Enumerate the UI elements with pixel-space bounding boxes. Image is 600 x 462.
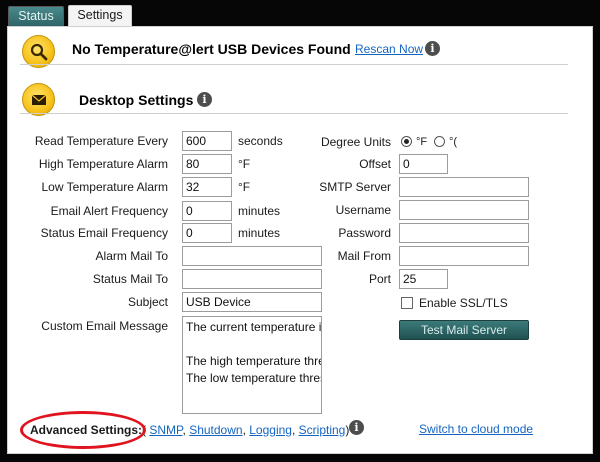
test-mail-server-button[interactable]: Test Mail Server — [399, 320, 529, 340]
mail-from-input[interactable] — [399, 246, 529, 266]
shutdown-link[interactable]: Shutdown — [189, 423, 242, 437]
divider — [20, 113, 568, 114]
tab-bar: Status Settings — [0, 0, 600, 27]
alarm-to-label: Alarm Mail To — [95, 249, 168, 263]
read-temp-label: Read Temperature Every — [34, 134, 168, 148]
no-devices-title: No Temperature@lert USB Devices Found — [72, 41, 351, 57]
highlight-ellipse — [20, 411, 146, 449]
port-input[interactable] — [399, 269, 448, 289]
switch-cloud-mode-link[interactable]: Switch to cloud mode — [419, 422, 533, 436]
custom-msg-textarea[interactable]: The current temperature i The high tempe… — [182, 316, 322, 414]
settings-panel: No Temperature@lert USB Devices Found Re… — [7, 26, 593, 454]
offset-input[interactable] — [399, 154, 448, 174]
separator: , — [182, 423, 186, 437]
username-label: Username — [335, 203, 391, 217]
low-alarm-unit: °F — [238, 180, 251, 194]
low-alarm-input[interactable] — [182, 177, 232, 197]
status-freq-input[interactable] — [182, 223, 232, 243]
mail-from-label: Mail From — [337, 249, 391, 263]
high-alarm-label: High Temperature Alarm — [38, 157, 168, 171]
status-to-input[interactable] — [182, 269, 322, 289]
info-icon[interactable]: i — [349, 420, 364, 435]
ssl-checkbox[interactable] — [401, 297, 413, 309]
separator: , — [242, 423, 246, 437]
subject-input[interactable] — [182, 292, 322, 312]
low-alarm-label: Low Temperature Alarm — [41, 180, 168, 194]
degree-c-label: °( — [449, 136, 458, 148]
alarm-to-input[interactable] — [182, 246, 322, 266]
high-alarm-input[interactable] — [182, 154, 232, 174]
info-icon[interactable]: i — [425, 41, 440, 56]
email-freq-input[interactable] — [182, 201, 232, 221]
rescan-now-link[interactable]: Rescan Now — [355, 42, 423, 56]
read-temp-unit: seconds — [238, 134, 283, 148]
custom-msg-label: Custom Email Message — [41, 319, 168, 333]
envelope-icon — [22, 83, 55, 116]
offset-label: Offset — [359, 157, 391, 171]
info-icon[interactable]: i — [197, 92, 212, 107]
password-label: Password — [338, 226, 391, 240]
read-temp-input[interactable] — [182, 131, 232, 151]
degree-f-label: °F — [416, 136, 428, 148]
subject-label: Subject — [127, 295, 168, 309]
separator: , — [291, 423, 296, 437]
status-freq-unit: minutes — [238, 226, 281, 240]
divider — [20, 64, 568, 65]
snmp-link[interactable]: SNMP — [149, 423, 182, 437]
port-label: Port — [368, 272, 391, 286]
email-freq-label: Email Alert Frequency — [50, 204, 168, 218]
status-to-label: Status Mail To — [92, 272, 168, 286]
tab-settings[interactable]: Settings — [68, 5, 132, 27]
email-freq-unit: minutes — [238, 204, 281, 218]
degree-f-radio[interactable] — [401, 136, 412, 147]
status-freq-label: Status Email Frequency — [40, 226, 168, 240]
tab-status[interactable]: Status — [8, 6, 64, 26]
username-input[interactable] — [399, 200, 529, 220]
degree-units-label: Degree Units — [320, 135, 391, 149]
logging-link[interactable]: Logging — [249, 423, 292, 437]
ssl-label: Enable SSL/TLS — [419, 296, 508, 310]
desktop-settings-title: Desktop Settings — [79, 92, 194, 108]
smtp-label: SMTP Server — [319, 180, 391, 194]
high-alarm-unit: °F — [238, 157, 251, 171]
scripting-link[interactable]: Scripting — [299, 423, 346, 437]
smtp-input[interactable] — [399, 177, 529, 197]
degree-c-radio[interactable] — [434, 136, 445, 147]
password-input[interactable] — [399, 223, 529, 243]
